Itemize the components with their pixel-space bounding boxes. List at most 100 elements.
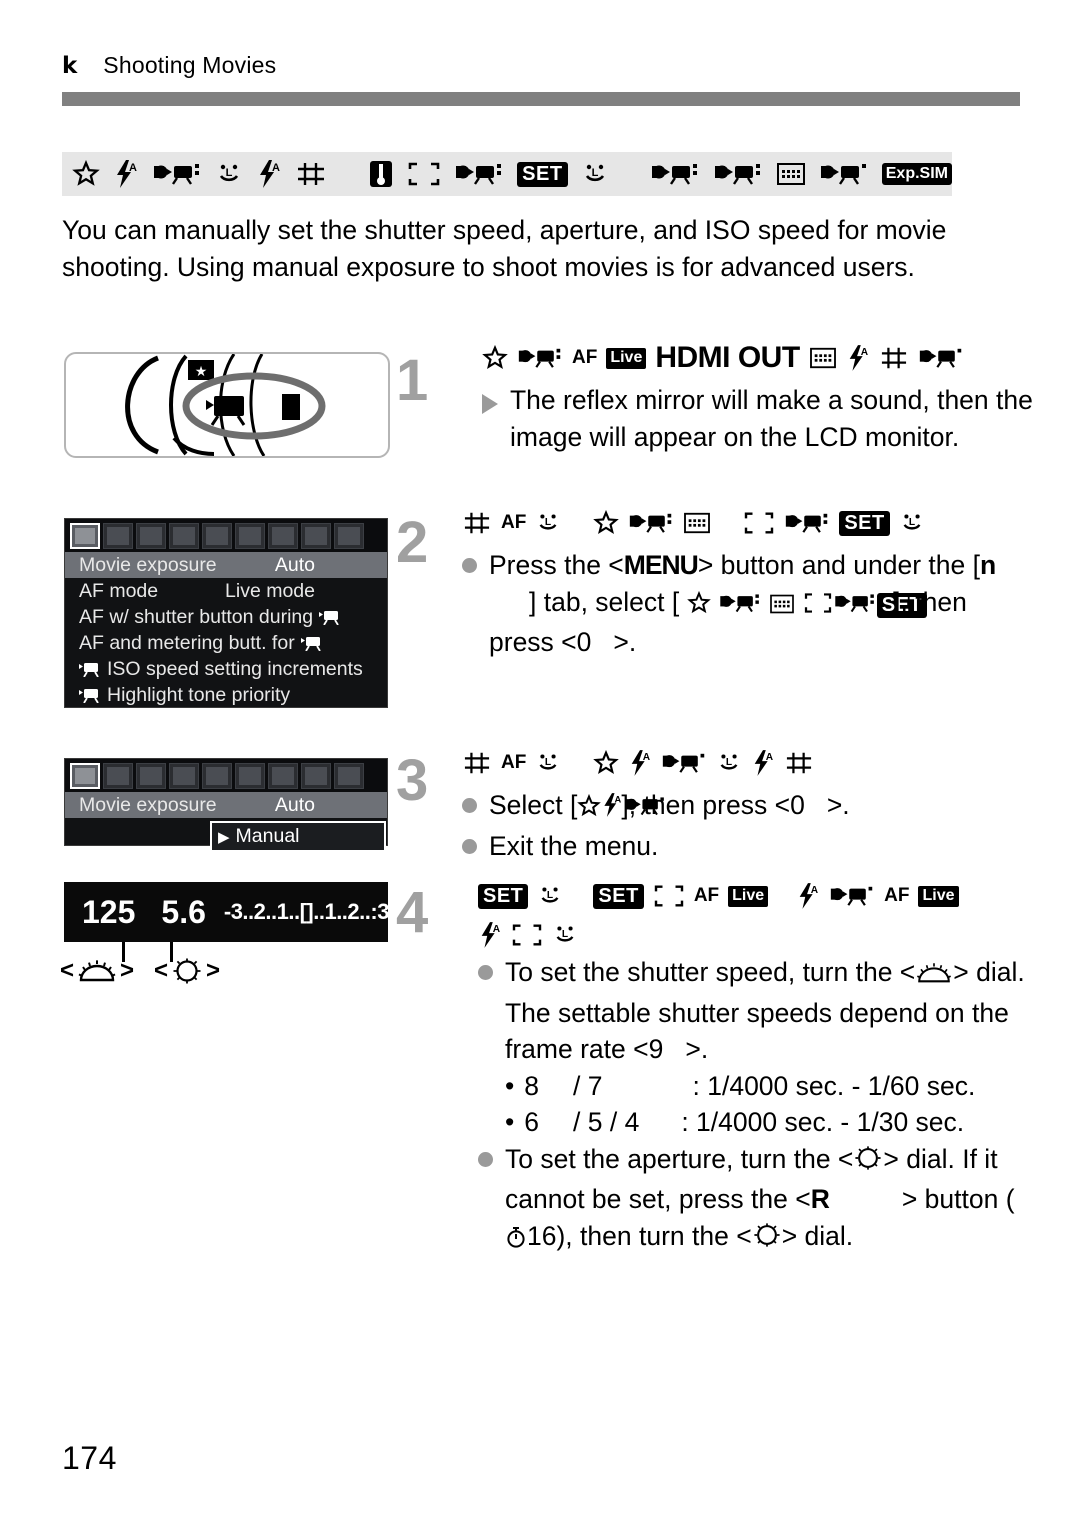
- exp-sim-badge: Exp.SIM: [881, 163, 952, 185]
- menu-item-iso-speed-increments[interactable]: ISO speed setting increments: [65, 656, 387, 682]
- svg-text:L: L: [909, 517, 915, 528]
- step-2-line3c: >.: [613, 627, 637, 657]
- step-2-text-part2: > button and under: [697, 550, 922, 580]
- movie-mode-icon: [650, 160, 700, 188]
- smiley-icon: L: [716, 750, 742, 776]
- menu-tab-setup-1[interactable]: [268, 763, 298, 789]
- smiley-icon: L: [215, 160, 243, 188]
- menu-tab-playback-2[interactable]: [235, 763, 265, 789]
- star-icon: [686, 588, 711, 625]
- step-1-icon-row: AF Live HDMI OUT A: [482, 340, 1042, 376]
- svg-text:A: A: [493, 924, 501, 935]
- menu-tab-setup-2[interactable]: [301, 763, 331, 789]
- menu-tab-shoot-4[interactable]: [169, 763, 199, 789]
- step-4: SET L SET AF Live A AF Live A L To set t…: [478, 878, 1033, 1258]
- star-icon: [577, 791, 602, 828]
- star-icon: [482, 345, 508, 371]
- step-3-select-text: Select [A], then press <0 >.: [489, 787, 850, 828]
- movie-icon: [319, 609, 345, 625]
- grid-icon: [462, 510, 492, 536]
- svg-text:A: A: [129, 162, 137, 174]
- lcd-menu-screenshot-1: Movie exposure Auto AF mode Live mode AF…: [64, 518, 388, 708]
- menu-tab-playback-2[interactable]: [235, 523, 265, 549]
- svg-text:L: L: [547, 890, 553, 901]
- menu-tab-setup-1[interactable]: [268, 523, 298, 549]
- smiley-icon: L: [537, 883, 563, 909]
- movie-mode-icon: [819, 160, 869, 188]
- menu-item-af-shutter-button[interactable]: AF w/ shutter button during: [65, 604, 387, 630]
- menu-tab-bar[interactable]: [65, 519, 387, 552]
- star-icon: [72, 160, 100, 188]
- shutter-speed-value: 125: [82, 893, 136, 930]
- menu-item-af-metering-button[interactable]: AF and metering butt. for: [65, 630, 387, 656]
- step-3-select-d: >.: [826, 790, 850, 820]
- grid-square-icon: [683, 511, 711, 535]
- menu-item-movie-exposure[interactable]: Movie exposure Auto: [65, 792, 387, 818]
- intro-paragraph: You can manually set the shutter speed, …: [62, 215, 947, 282]
- smiley-icon: L: [535, 750, 561, 776]
- movie-mode-icon: [454, 160, 504, 188]
- menu-tab-shoot-2[interactable]: [103, 523, 133, 549]
- step-4-timer-value: 16: [527, 1220, 557, 1251]
- step-2-icon-row: AF L SET L: [462, 505, 1022, 541]
- star-icon: [593, 750, 620, 776]
- set-badge: SET: [517, 161, 568, 187]
- header-rule: [62, 92, 1020, 106]
- step-2-bullet: Press the <MENU> button and under the [n…: [462, 547, 1022, 661]
- menu-item-highlight-tone-priority[interactable]: Highlight tone priority: [65, 682, 387, 708]
- menu-tab-setup-3[interactable]: [334, 763, 364, 789]
- menu-item-movie-exposure[interactable]: Movie exposure Auto: [65, 552, 387, 578]
- menu-tab-playback-1[interactable]: [202, 523, 232, 549]
- menu-tab-movie-1[interactable]: [70, 763, 100, 789]
- flash-auto-icon: A: [846, 344, 870, 372]
- menu-tab-bar[interactable]: [65, 759, 387, 792]
- svg-text:A: A: [272, 162, 280, 174]
- af-label: AF: [501, 752, 527, 773]
- grid-icon: [879, 345, 909, 371]
- set-badge: SET: [839, 510, 890, 536]
- thermometer-icon: [368, 159, 394, 189]
- grid-icon: [784, 750, 814, 776]
- step-4-shutter-c: 9: [648, 1034, 664, 1064]
- movie-mode-icon: [829, 883, 875, 909]
- quick-control-dial-icon: [171, 956, 203, 986]
- step-4-number: 4: [396, 880, 429, 945]
- small-bullet-icon: •: [505, 1070, 515, 1101]
- af-live-badge: Live: [728, 885, 769, 907]
- movie-mode-icon: [661, 750, 707, 776]
- dot-bullet-icon: [478, 1151, 493, 1167]
- mode-dial-figure: ★: [64, 352, 390, 458]
- svg-text:A: A: [811, 885, 819, 896]
- svg-text:L: L: [562, 929, 568, 940]
- brackets-icon: [803, 588, 833, 625]
- menu-tab-playback-1[interactable]: [202, 763, 232, 789]
- smiley-icon: L: [552, 922, 578, 948]
- menu-tab-setup-2[interactable]: [301, 523, 331, 549]
- submenu-value: Manual: [235, 825, 300, 847]
- submenu-manual-option[interactable]: ▶ Manual: [210, 821, 386, 852]
- step-4-aperture-f: > dial.: [781, 1220, 854, 1251]
- menu-item-value: Auto: [274, 793, 315, 816]
- page-title: Shooting Movies: [103, 52, 277, 78]
- menu-tab-shoot-2[interactable]: [103, 763, 133, 789]
- menu-tab-shoot-4[interactable]: [169, 523, 199, 549]
- menu-tab-setup-3[interactable]: [334, 523, 364, 549]
- af-label: AF: [501, 512, 527, 533]
- flash-auto-icon: A: [751, 749, 775, 777]
- step-4-shutter-a: To set the shutter speed, turn the <: [505, 957, 916, 987]
- brackets-icon: [407, 160, 441, 188]
- movie-mode-icon: [152, 160, 202, 188]
- menu-tab-movie-1[interactable]: [70, 523, 100, 549]
- frame-rate-left: 6: [524, 1107, 540, 1137]
- menu-item-label: AF and metering butt. for: [79, 631, 295, 654]
- menu-tab-shoot-3[interactable]: [136, 523, 166, 549]
- movie-mode-icon: [718, 588, 762, 625]
- menu-tab-shoot-3[interactable]: [136, 763, 166, 789]
- hdmi-out-text: HDMI OUT: [655, 341, 800, 374]
- movie-mode-icon: [784, 510, 830, 536]
- step-4-icon-row-1: SET L SET AF Live A AF Live: [478, 878, 1033, 914]
- page-number: 174: [62, 1440, 117, 1476]
- flash-auto-icon: A: [628, 749, 652, 777]
- menu-item-af-mode[interactable]: AF mode Live mode: [65, 578, 387, 604]
- quick-control-dial-icon: [752, 1221, 782, 1259]
